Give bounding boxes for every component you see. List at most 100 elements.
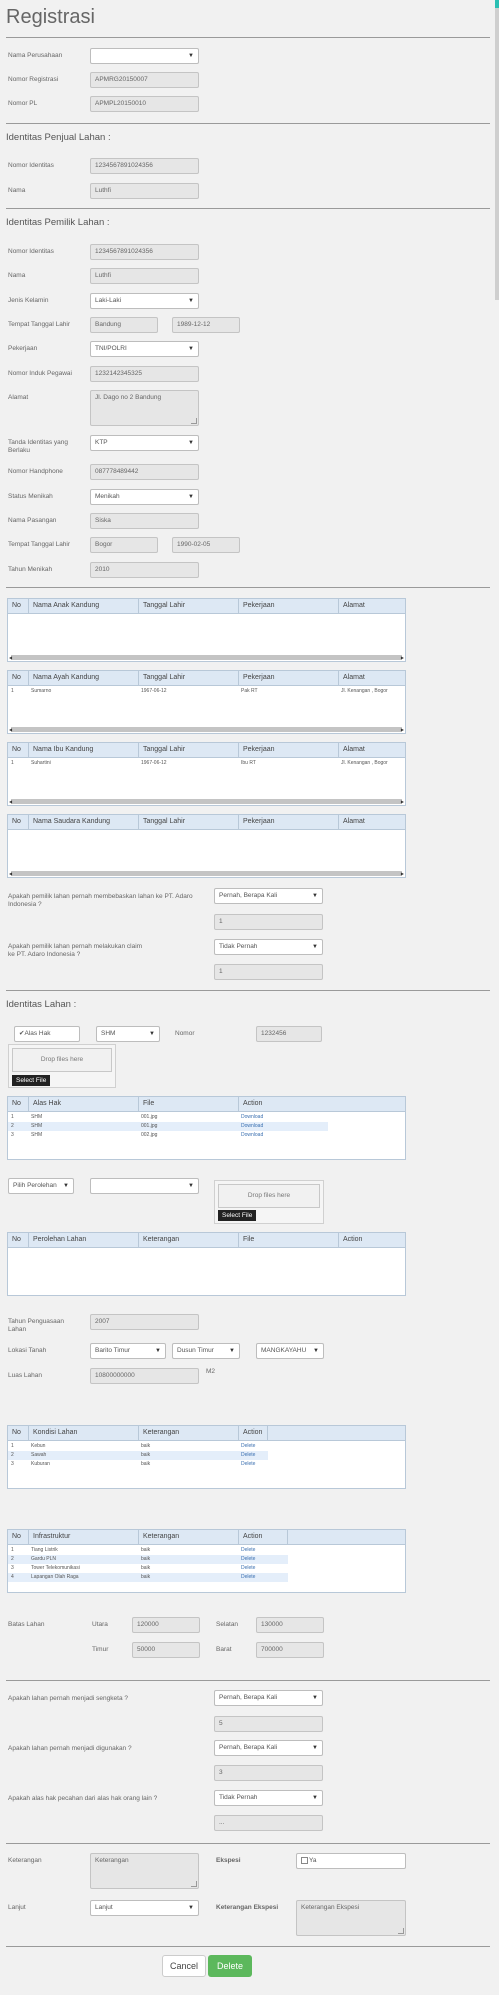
scroll-right-icon[interactable]: ▶	[401, 799, 404, 804]
dropzone-alas-hak[interactable]: Drop files here Select File	[8, 1044, 116, 1088]
utara-field[interactable]: 120000	[132, 1617, 200, 1633]
download-link[interactable]: Download	[238, 1113, 263, 1122]
delete-link[interactable]: Delete	[238, 1555, 255, 1564]
scroll-left-icon[interactable]: ◀	[9, 727, 12, 732]
ekspesi-checkbox[interactable]: Ya	[296, 1853, 406, 1869]
table-row[interactable]: 1 Suhartini 1967-06-12 Ibu RT Jl. Kenang…	[8, 759, 405, 768]
scroll-left-icon[interactable]: ◀	[9, 799, 12, 804]
delete-link[interactable]: Delete	[238, 1573, 255, 1582]
drop-files-area[interactable]: Drop files here	[218, 1184, 320, 1208]
drop-files-area[interactable]: Drop files here	[12, 1048, 112, 1072]
adaro-q1-select[interactable]: Pernah, Berapa Kali ▼	[214, 888, 323, 904]
alas-hak-checkbox[interactable]: ✔Alas Hak	[14, 1026, 80, 1042]
horizontal-scrollbar[interactable]	[11, 871, 402, 876]
table-row[interactable]: 3 Kuburan baik Delete	[8, 1460, 268, 1469]
page-scrollbar[interactable]	[495, 0, 499, 300]
tanggal-lahir-field[interactable]: 1989-12-12	[172, 317, 240, 333]
scroll-right-icon[interactable]: ▶	[401, 871, 404, 876]
alamat-textarea[interactable]: Jl. Dago no 2 Bandung	[90, 390, 199, 426]
delete-link[interactable]: Delete	[238, 1546, 255, 1555]
penjual-nama-field[interactable]: Luthfi	[90, 183, 199, 199]
tahun-penguasaan-field[interactable]: 2007	[90, 1314, 199, 1330]
timur-field[interactable]: 50000	[132, 1642, 200, 1658]
dropzone-perolehan[interactable]: Drop files here Select File	[214, 1180, 324, 1224]
adaro-q2-count[interactable]: 1	[214, 964, 323, 980]
sengketa-q3-input[interactable]: ...	[214, 1815, 323, 1831]
nomor-pl-field[interactable]: APMPL20150010	[90, 96, 199, 112]
sengketa-q1-select[interactable]: Pernah, Berapa Kali ▼	[214, 1690, 323, 1706]
pemilik-nama-field[interactable]: Luthfi	[90, 268, 199, 284]
divider	[6, 587, 490, 588]
table-row[interactable]: 2 Gardu PLN baik Delete	[8, 1555, 288, 1564]
nomor-field[interactable]: 1232456	[256, 1026, 322, 1042]
table-row[interactable]: 1 Tiang Listrik baik Delete	[8, 1546, 288, 1555]
horizontal-scrollbar[interactable]	[11, 727, 402, 732]
table-row[interactable]: 1 SHM 001.jpg Download	[8, 1113, 328, 1122]
pasangan-field[interactable]: Siska	[90, 513, 199, 529]
delete-button[interactable]: Delete	[208, 1955, 252, 1977]
cancel-button[interactable]: Cancel	[162, 1955, 206, 1977]
delete-link[interactable]: Delete	[238, 1442, 255, 1451]
select-file-button[interactable]: Select File	[218, 1210, 257, 1221]
table-row[interactable]: 4 Lapangan Olah Raga baik Delete	[8, 1573, 288, 1582]
tempat-lahir2-field[interactable]: Bogor	[90, 537, 158, 553]
lokasi-desa-select[interactable]: MANGKAYAHU ▼	[256, 1343, 324, 1359]
checkbox-icon[interactable]	[301, 1856, 308, 1864]
table-row[interactable]: 2 Sawah baik Delete	[8, 1451, 268, 1460]
scroll-left-icon[interactable]: ◀	[9, 871, 12, 876]
adaro-q1-count[interactable]: 1	[214, 914, 323, 930]
nomor-registrasi-field[interactable]: APMRG20150007	[90, 72, 199, 88]
tanda-identitas-select[interactable]: KTP ▼	[90, 435, 199, 451]
pemilik-nomor-identitas-field[interactable]: 1234567891024356	[90, 244, 199, 260]
tanggal-lahir2-field[interactable]: 1990-02-05	[172, 537, 240, 553]
barat-field[interactable]: 700000	[256, 1642, 324, 1658]
adaro-q2-select[interactable]: Tidak Pernah ▼	[214, 939, 323, 955]
table-row[interactable]: 3 Tower Telekomunikasi baik Delete	[8, 1564, 288, 1573]
delete-link[interactable]: Delete	[238, 1451, 255, 1460]
perolehan-select-2[interactable]: ▼	[90, 1178, 199, 1194]
luas-lahan-field[interactable]: 10800000000	[90, 1368, 199, 1384]
delete-link[interactable]: Delete	[238, 1460, 255, 1469]
perolehan-select[interactable]: Pilih Perolehan ▼	[8, 1178, 74, 1194]
cell: 1	[11, 1547, 14, 1553]
resize-handle-icon[interactable]	[398, 1928, 404, 1934]
pekerjaan-select[interactable]: TNI/POLRI ▼	[90, 341, 199, 357]
hp-field[interactable]: 087778489442	[90, 464, 199, 480]
cell: 2	[11, 1123, 14, 1129]
lokasi-kecamatan-select[interactable]: Dusun Timur ▼	[172, 1343, 240, 1359]
lokasi-kabupaten-select[interactable]: Barito Timur ▼	[90, 1343, 166, 1359]
table-row[interactable]: 3 SHM 002.jpg Download	[8, 1131, 328, 1140]
download-link[interactable]: Download	[238, 1131, 263, 1140]
nip-field[interactable]: 1232142345325	[90, 366, 199, 382]
resize-handle-icon[interactable]	[191, 418, 197, 424]
sengketa-q3-select[interactable]: Tidak Pernah ▼	[214, 1790, 323, 1806]
status-menikah-select[interactable]: Menikah ▼	[90, 489, 199, 505]
sengketa-q2-select[interactable]: Pernah, Berapa Kali ▼	[214, 1740, 323, 1756]
alas-hak-select[interactable]: SHM ▼	[96, 1026, 160, 1042]
penjual-nomor-identitas-field[interactable]: 1234567891024356	[90, 158, 199, 174]
download-link[interactable]: Download	[238, 1122, 263, 1131]
tempat-lahir-field[interactable]: Bandung	[90, 317, 158, 333]
jenis-kelamin-select[interactable]: Laki-Laki ▼	[90, 293, 199, 309]
scroll-right-icon[interactable]: ▶	[401, 655, 404, 660]
sengketa-q1-count[interactable]: 5	[214, 1716, 323, 1732]
lanjut-select[interactable]: Lanjut ▼	[90, 1900, 199, 1916]
table-row[interactable]: 2 SHM 001.jpg Download	[8, 1122, 328, 1131]
table-row[interactable]: 1 Kebun baik Delete	[8, 1442, 268, 1451]
resize-handle-icon[interactable]	[191, 1881, 197, 1887]
ket-ekspesi-textarea[interactable]: Keterangan Ekspesi	[296, 1900, 406, 1936]
delete-link[interactable]: Delete	[238, 1564, 255, 1573]
table-row[interactable]: 1 Sumarno 1967-06-12 Pak RT Jl. Kenangan…	[8, 687, 405, 696]
scroll-right-icon[interactable]: ▶	[401, 727, 404, 732]
page-scrollbar-thumb[interactable]	[495, 0, 499, 8]
horizontal-scrollbar[interactable]	[11, 799, 402, 804]
selatan-field[interactable]: 130000	[256, 1617, 324, 1633]
tahun-menikah-field[interactable]: 2010	[90, 562, 199, 578]
nama-perusahaan-select[interactable]: ▼	[90, 48, 199, 64]
cell: Lapangan Olah Raga	[31, 1574, 79, 1580]
keterangan-textarea[interactable]: Keterangan	[90, 1853, 199, 1889]
sengketa-q2-count[interactable]: 3	[214, 1765, 323, 1781]
scroll-left-icon[interactable]: ◀	[9, 655, 12, 660]
select-file-button[interactable]: Select File	[12, 1075, 51, 1086]
horizontal-scrollbar[interactable]	[11, 655, 402, 660]
